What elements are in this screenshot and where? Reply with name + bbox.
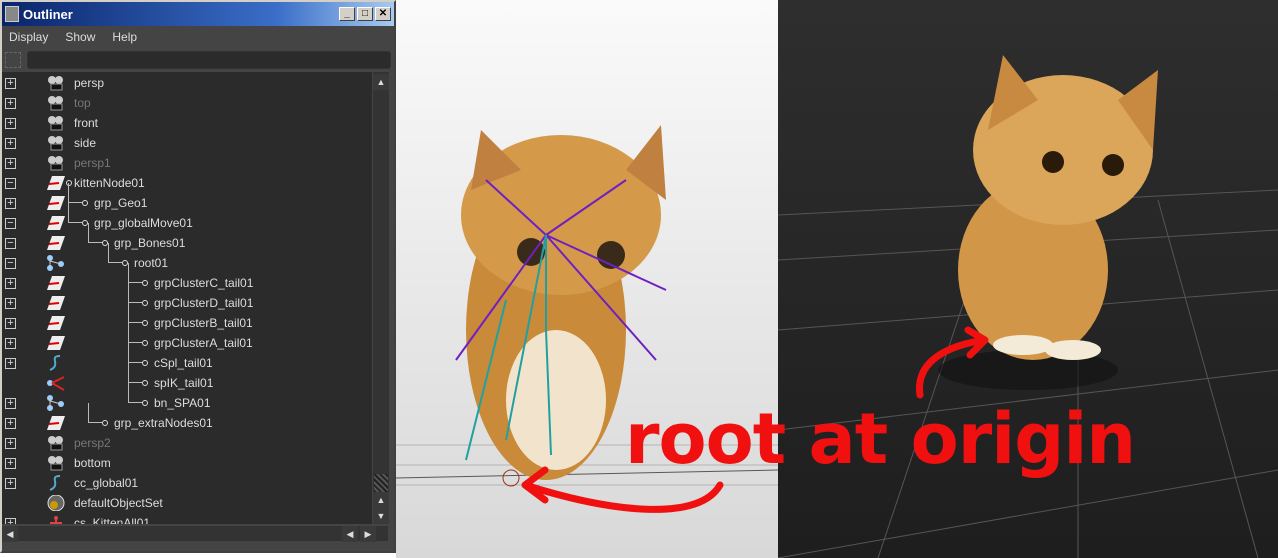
annotation-text: root at origin [625,398,1136,480]
